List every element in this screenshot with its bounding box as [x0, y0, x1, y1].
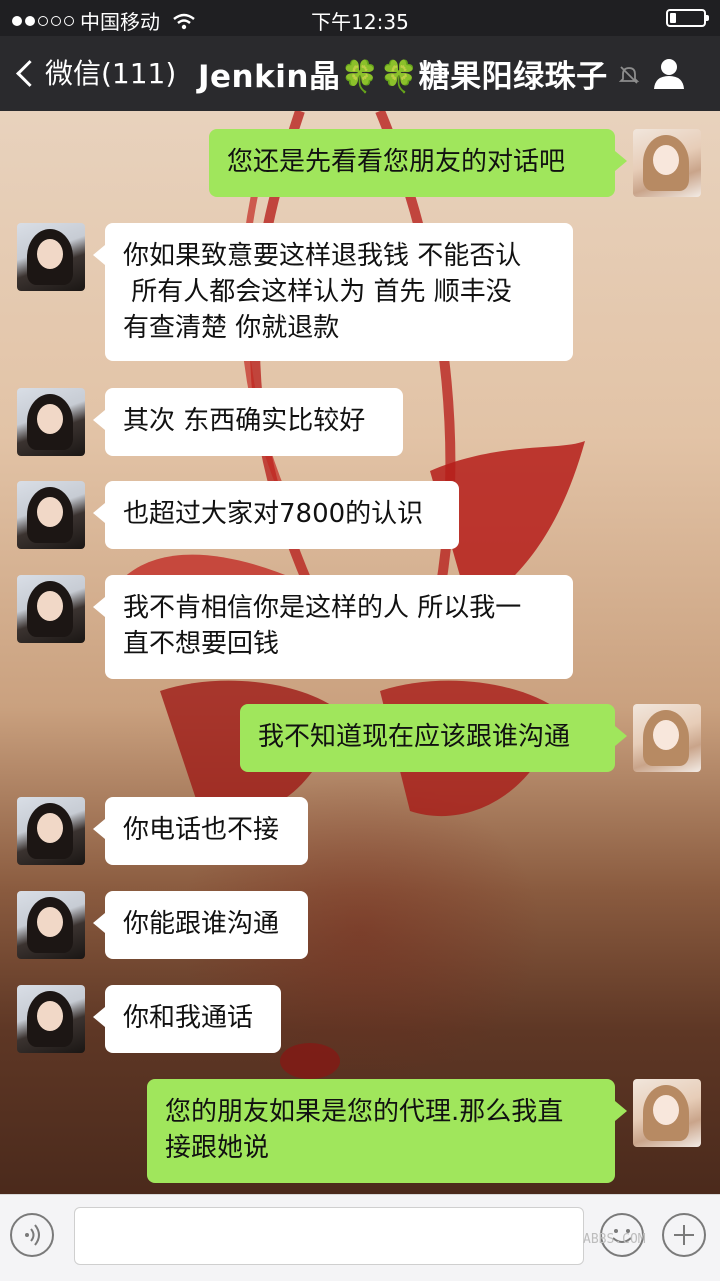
my-avatar[interactable] [633, 704, 701, 772]
message-bubble-sent[interactable]: 我不知道现在应该跟谁沟通 [240, 704, 627, 772]
my-avatar[interactable] [633, 129, 701, 197]
message-bubble-received[interactable]: 你如果致意要这样退我钱 不能否认 所有人都会这样认为 首先 顺丰没 有查清楚 你… [93, 223, 573, 361]
plus-icon[interactable] [662, 1213, 706, 1257]
friend-avatar[interactable] [17, 223, 85, 291]
voice-button[interactable] [10, 1213, 54, 1257]
message-bubble-received[interactable]: 其次 东西确实比较好 [93, 388, 403, 456]
message-bubble-sent[interactable]: 您还是先看看您朋友的对话吧 [209, 129, 627, 197]
chat-header: 微信(111) Jenkin晶🍀🍀糖果阳绿珠子 [0, 36, 720, 111]
chat-title: Jenkin晶🍀🍀糖果阳绿珠子 [198, 59, 608, 95]
mute-bell-icon [618, 66, 640, 84]
friend-avatar[interactable] [17, 388, 85, 456]
friend-avatar[interactable] [17, 575, 85, 643]
status-time: 下午12:35 [311, 10, 409, 34]
back-button[interactable]: 微信(111) [16, 52, 177, 92]
friend-avatar[interactable] [17, 985, 85, 1053]
chevron-left-icon [16, 59, 43, 87]
battery-icon [666, 9, 709, 27]
message-bubble-sent[interactable]: 您的朋友如果是您的代理.那么我直 接跟她说 [147, 1079, 627, 1183]
status-bar: 中国移动 下午12:35 [0, 0, 720, 36]
friend-avatar[interactable] [17, 891, 85, 959]
message-bubble-received[interactable]: 你能跟谁沟通 [93, 891, 308, 959]
my-avatar[interactable] [633, 1079, 701, 1147]
profile-icon[interactable] [652, 56, 686, 90]
message-bubble-received[interactable]: 我不肯相信你是这样的人 所以我一 直不想要回钱 [93, 575, 573, 679]
friend-avatar[interactable] [17, 481, 85, 549]
message-input[interactable] [74, 1207, 584, 1265]
voice-icon [25, 1224, 40, 1246]
friend-avatar[interactable] [17, 797, 85, 865]
message-bubble-received[interactable]: 你和我通话 [93, 985, 281, 1053]
back-label: 微信(111) [45, 57, 177, 90]
message-bubble-received[interactable]: 你电话也不接 [93, 797, 308, 865]
watermark: ABBS.COM [583, 1232, 646, 1247]
message-bubble-received[interactable]: 也超过大家对7800的认识 [93, 481, 459, 549]
